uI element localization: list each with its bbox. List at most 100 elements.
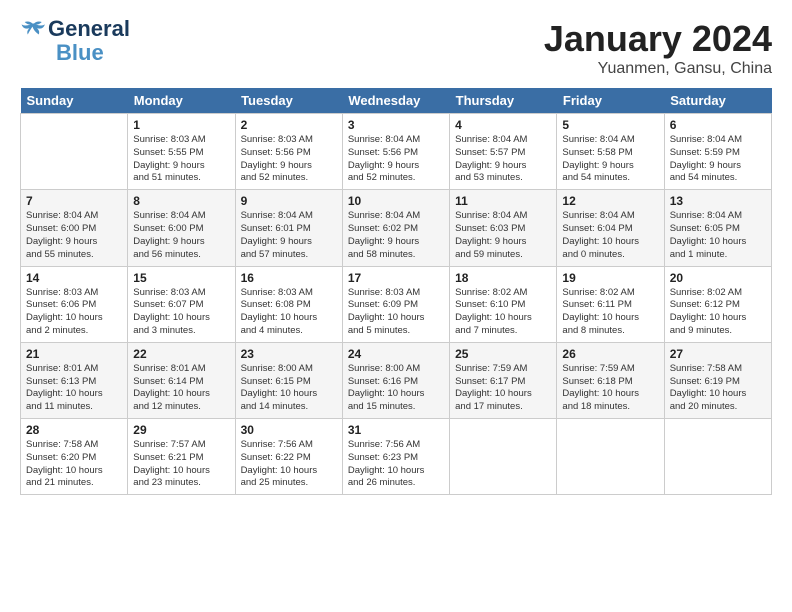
cell-info: Sunrise: 8:01 AM Sunset: 6:13 PM Dayligh… <box>26 363 122 414</box>
cell-info: Sunrise: 8:00 AM Sunset: 6:15 PM Dayligh… <box>241 363 337 414</box>
cell-info: Sunrise: 8:04 AM Sunset: 5:57 PM Dayligh… <box>455 134 551 185</box>
day-number: 3 <box>348 118 444 132</box>
calendar-cell <box>21 114 128 190</box>
day-number: 4 <box>455 118 551 132</box>
calendar-cell: 11 Sunrise: 8:04 AM Sunset: 6:03 PM Dayli… <box>450 190 557 266</box>
calendar-table: Sunday Monday Tuesday Wednesday Thursday… <box>20 88 772 495</box>
cell-info: Sunrise: 8:04 AM Sunset: 6:04 PM Dayligh… <box>562 210 658 261</box>
day-number: 30 <box>241 423 337 437</box>
day-number: 23 <box>241 347 337 361</box>
week-row-4: 28Sunrise: 7:58 AM Sunset: 6:20 PM Dayli… <box>21 419 772 495</box>
calendar-cell: 25Sunrise: 7:59 AM Sunset: 6:17 PM Dayli… <box>450 342 557 418</box>
day-number: 19 <box>562 271 658 285</box>
day-number: 17 <box>348 271 444 285</box>
calendar-cell: 26Sunrise: 7:59 AM Sunset: 6:18 PM Dayli… <box>557 342 664 418</box>
day-number: 16 <box>241 271 337 285</box>
day-number: 9 <box>241 194 337 208</box>
col-thursday: Thursday <box>450 88 557 114</box>
day-number: 24 <box>348 347 444 361</box>
day-number: 10 <box>348 194 444 208</box>
logo-blue: Blue <box>56 40 104 66</box>
cell-info: Sunrise: 8:04 AM Sunset: 6:05 PM Dayligh… <box>670 210 766 261</box>
day-number: 2 <box>241 118 337 132</box>
cell-info: Sunrise: 7:57 AM Sunset: 6:21 PM Dayligh… <box>133 439 229 490</box>
calendar-cell: 23 Sunrise: 8:00 AM Sunset: 6:15 PM Dayli… <box>235 342 342 418</box>
cell-info: Sunrise: 8:04 AM Sunset: 5:56 PM Dayligh… <box>348 134 444 185</box>
calendar-cell: 30Sunrise: 7:56 AM Sunset: 6:22 PM Dayli… <box>235 419 342 495</box>
cell-info: Sunrise: 7:59 AM Sunset: 6:17 PM Dayligh… <box>455 363 551 414</box>
col-monday: Monday <box>128 88 235 114</box>
day-number: 27 <box>670 347 766 361</box>
cell-info: Sunrise: 7:59 AM Sunset: 6:18 PM Dayligh… <box>562 363 658 414</box>
cell-info: Sunrise: 8:02 AM Sunset: 6:11 PM Dayligh… <box>562 287 658 338</box>
day-number: 1 <box>133 118 229 132</box>
calendar-cell: 20 Sunrise: 8:02 AM Sunset: 6:12 PM Dayli… <box>664 266 771 342</box>
day-number: 14 <box>26 271 122 285</box>
calendar-cell: 24 Sunrise: 8:00 AM Sunset: 6:16 PM Dayli… <box>342 342 449 418</box>
calendar-cell: 1Sunrise: 8:03 AM Sunset: 5:55 PM Daylig… <box>128 114 235 190</box>
calendar-cell <box>557 419 664 495</box>
day-number: 8 <box>133 194 229 208</box>
cell-info: Sunrise: 8:04 AM Sunset: 6:01 PM Dayligh… <box>241 210 337 261</box>
cell-info: Sunrise: 8:04 AM Sunset: 6:03 PM Dayligh… <box>455 210 551 261</box>
calendar-cell: 14 Sunrise: 8:03 AM Sunset: 6:06 PM Dayli… <box>21 266 128 342</box>
cell-info: Sunrise: 8:02 AM Sunset: 6:10 PM Dayligh… <box>455 287 551 338</box>
day-number: 22 <box>133 347 229 361</box>
calendar-cell: 2 Sunrise: 8:03 AM Sunset: 5:56 PM Daylig… <box>235 114 342 190</box>
week-row-2: 14 Sunrise: 8:03 AM Sunset: 6:06 PM Dayli… <box>21 266 772 342</box>
logo-general: General <box>48 18 130 40</box>
header: General Blue January 2024 Yuanmen, Gansu… <box>20 18 772 78</box>
week-row-0: 1Sunrise: 8:03 AM Sunset: 5:55 PM Daylig… <box>21 114 772 190</box>
calendar-cell: 22 Sunrise: 8:01 AM Sunset: 6:14 PM Dayli… <box>128 342 235 418</box>
day-number: 31 <box>348 423 444 437</box>
calendar-cell <box>664 419 771 495</box>
day-number: 20 <box>670 271 766 285</box>
week-row-1: 7 Sunrise: 8:04 AM Sunset: 6:00 PM Daylig… <box>21 190 772 266</box>
calendar-cell: 19 Sunrise: 8:02 AM Sunset: 6:11 PM Dayli… <box>557 266 664 342</box>
day-number: 18 <box>455 271 551 285</box>
calendar-cell: 4 Sunrise: 8:04 AM Sunset: 5:57 PM Daylig… <box>450 114 557 190</box>
cell-info: Sunrise: 8:04 AM Sunset: 6:00 PM Dayligh… <box>133 210 229 261</box>
col-friday: Friday <box>557 88 664 114</box>
col-saturday: Saturday <box>664 88 771 114</box>
calendar-cell: 21Sunrise: 8:01 AM Sunset: 6:13 PM Dayli… <box>21 342 128 418</box>
header-row: Sunday Monday Tuesday Wednesday Thursday… <box>21 88 772 114</box>
calendar-cell: 9 Sunrise: 8:04 AM Sunset: 6:01 PM Daylig… <box>235 190 342 266</box>
cell-info: Sunrise: 8:00 AM Sunset: 6:16 PM Dayligh… <box>348 363 444 414</box>
col-tuesday: Tuesday <box>235 88 342 114</box>
col-sunday: Sunday <box>21 88 128 114</box>
logo-bird-icon <box>20 20 48 38</box>
cell-info: Sunrise: 8:04 AM Sunset: 6:00 PM Dayligh… <box>26 210 122 261</box>
cell-info: Sunrise: 8:04 AM Sunset: 5:58 PM Dayligh… <box>562 134 658 185</box>
calendar-cell: 10Sunrise: 8:04 AM Sunset: 6:02 PM Dayli… <box>342 190 449 266</box>
calendar-cell: 16 Sunrise: 8:03 AM Sunset: 6:08 PM Dayli… <box>235 266 342 342</box>
logo: General Blue <box>20 18 130 66</box>
calendar-cell: 28Sunrise: 7:58 AM Sunset: 6:20 PM Dayli… <box>21 419 128 495</box>
col-wednesday: Wednesday <box>342 88 449 114</box>
calendar-cell: 3 Sunrise: 8:04 AM Sunset: 5:56 PM Daylig… <box>342 114 449 190</box>
calendar-cell: 27 Sunrise: 7:58 AM Sunset: 6:19 PM Dayli… <box>664 342 771 418</box>
day-number: 7 <box>26 194 122 208</box>
calendar-cell: 31 Sunrise: 7:56 AM Sunset: 6:23 PM Dayli… <box>342 419 449 495</box>
cell-info: Sunrise: 8:03 AM Sunset: 6:06 PM Dayligh… <box>26 287 122 338</box>
cell-info: Sunrise: 8:02 AM Sunset: 6:12 PM Dayligh… <box>670 287 766 338</box>
cell-info: Sunrise: 8:03 AM Sunset: 6:08 PM Dayligh… <box>241 287 337 338</box>
cell-info: Sunrise: 8:03 AM Sunset: 6:07 PM Dayligh… <box>133 287 229 338</box>
calendar-cell: 8 Sunrise: 8:04 AM Sunset: 6:00 PM Daylig… <box>128 190 235 266</box>
day-number: 6 <box>670 118 766 132</box>
calendar-cell: 29 Sunrise: 7:57 AM Sunset: 6:21 PM Dayli… <box>128 419 235 495</box>
cell-info: Sunrise: 8:01 AM Sunset: 6:14 PM Dayligh… <box>133 363 229 414</box>
cell-info: Sunrise: 7:58 AM Sunset: 6:19 PM Dayligh… <box>670 363 766 414</box>
cell-info: Sunrise: 7:56 AM Sunset: 6:23 PM Dayligh… <box>348 439 444 490</box>
cell-info: Sunrise: 8:03 AM Sunset: 5:56 PM Dayligh… <box>241 134 337 185</box>
day-number: 11 <box>455 194 551 208</box>
day-number: 28 <box>26 423 122 437</box>
day-number: 13 <box>670 194 766 208</box>
calendar-cell: 12Sunrise: 8:04 AM Sunset: 6:04 PM Dayli… <box>557 190 664 266</box>
cell-info: Sunrise: 8:03 AM Sunset: 6:09 PM Dayligh… <box>348 287 444 338</box>
calendar-title: January 2024 <box>544 18 772 60</box>
calendar-cell: 15Sunrise: 8:03 AM Sunset: 6:07 PM Dayli… <box>128 266 235 342</box>
title-block: January 2024 Yuanmen, Gansu, China <box>544 18 772 78</box>
day-number: 5 <box>562 118 658 132</box>
day-number: 29 <box>133 423 229 437</box>
